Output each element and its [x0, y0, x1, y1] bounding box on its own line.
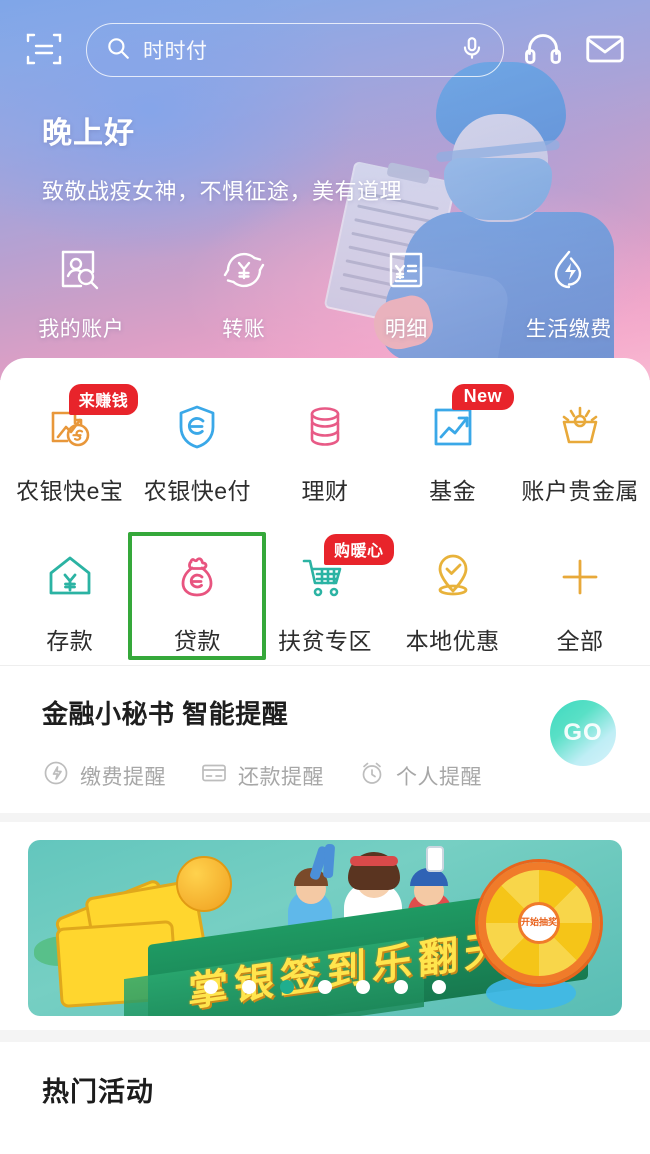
greeting-block: 晚上好 致敬战疫女神，不惧征途，美有道理 [42, 108, 402, 206]
envelope-icon[interactable] [584, 28, 628, 72]
carousel-dot-active[interactable] [280, 980, 294, 994]
search-query-text: 时时付 [143, 40, 208, 63]
transfer-yuan-icon [216, 242, 272, 303]
grid-item-deposit[interactable]: 存款 [6, 530, 134, 666]
grid-item-kuai-e-fu[interactable]: 农银快e付 [134, 380, 262, 516]
grid-item-fund[interactable]: New 基金 [389, 380, 517, 516]
quick-action-transfer[interactable]: 转账 [164, 242, 324, 343]
reminder-chip-personal[interactable]: 个人提醒 [358, 759, 482, 792]
grid-item-kuai-e-bao[interactable]: 来赚钱 农银快e宝 [6, 380, 139, 516]
assistant-title: 金融小秘书 智能提醒 [42, 699, 289, 729]
grid-item-all[interactable]: 全部 [516, 530, 644, 666]
search-input[interactable]: 时时付 [86, 23, 504, 77]
reminder-chip-label: 缴费提醒 [80, 765, 166, 789]
carousel-dots [28, 980, 622, 994]
hot-activities-section: 热门活动 [0, 1042, 650, 1154]
utility-payment-icon [541, 242, 597, 303]
grid-item-precious-metal[interactable]: 账户贵金属 [516, 380, 644, 516]
greeting-text: 晚上好 [42, 117, 135, 150]
grid-item-label: 贷款 [173, 628, 221, 654]
carousel-dot[interactable] [318, 980, 332, 994]
quick-actions-row: 我的账户 转账 明细 生活缴费 [0, 242, 650, 343]
grid-item-label: 农银快e付 [143, 478, 252, 504]
reminder-chip-payment[interactable]: 缴费提醒 [42, 759, 166, 792]
deposit-house-icon [39, 546, 101, 608]
prize-wheel-center-label: 开始抽奖 [518, 902, 560, 944]
badge-fund-new: New [451, 384, 515, 410]
grid-item-label: 扶贫专区 [277, 628, 372, 654]
quick-action-utility-payment[interactable]: 生活缴费 [489, 242, 649, 343]
reminder-chip-label: 个人提醒 [396, 765, 482, 789]
quick-action-my-account[interactable]: 我的账户 [1, 242, 161, 343]
reminder-chip-label: 还款提醒 [238, 765, 324, 789]
service-grid-row: 存款 贷款 购暖心 扶贫专区 本地优惠 全部 [6, 530, 644, 666]
precious-metal-icon [549, 396, 611, 458]
repayment-card-icon [200, 759, 228, 792]
grid-item-label: 基金 [429, 478, 477, 504]
quick-action-statement[interactable]: 明细 [326, 242, 486, 343]
statement-icon [378, 242, 434, 303]
grid-item-loan[interactable]: 贷款 [134, 530, 262, 666]
headset-icon[interactable] [522, 28, 566, 72]
quick-action-label: 我的账户 [38, 318, 125, 341]
grid-item-label: 全部 [556, 628, 604, 654]
greeting-subtitle: 致敬战疫女神，不惧征途，美有道理 [42, 179, 403, 204]
hot-activities-title: 热门活动 [42, 1077, 154, 1107]
grid-item-wealth[interactable]: 理财 [261, 380, 389, 516]
loan-money-bag-icon [166, 546, 228, 608]
search-icon [105, 35, 131, 66]
payment-reminder-icon [42, 759, 70, 792]
promo-banner-section: 掌银签到乐翻天 开始抽奖 [0, 822, 650, 1030]
grid-item-label: 存款 [46, 628, 94, 654]
reminder-chip-repayment[interactable]: 还款提醒 [200, 759, 324, 792]
carousel-dot[interactable] [242, 980, 256, 994]
app-screen: 时时付 晚上好 致敬战疫女神，不惧征途，美有道理 我的账户 转账 明细 生活缴费… [0, 0, 650, 1154]
carousel-dot[interactable] [432, 980, 446, 994]
reminder-chip-row: 缴费提醒 还款提醒 个人提醒 [42, 759, 610, 792]
fund-chart-icon: New [422, 384, 515, 458]
grid-item-label: 账户贵金属 [521, 478, 639, 504]
banner-coin-decoration [176, 856, 232, 912]
quick-action-label: 明细 [384, 318, 428, 341]
carousel-dot[interactable] [204, 980, 218, 994]
quick-action-label: 生活缴费 [525, 318, 612, 341]
poverty-relief-cart-icon: 购暖心 [294, 534, 394, 608]
banner-prize-wheel: 开始抽奖 [478, 862, 600, 984]
account-search-icon [53, 242, 109, 303]
carousel-dot[interactable] [356, 980, 370, 994]
assistant-go-button[interactable]: GO [550, 700, 616, 766]
quick-action-label: 转账 [222, 318, 266, 341]
alarm-clock-icon [358, 759, 386, 792]
top-bar: 时时付 [0, 0, 650, 100]
grid-item-label: 理财 [301, 478, 349, 504]
plus-all-icon [549, 546, 611, 608]
financial-assistant-section: 金融小秘书 智能提醒 缴费提醒 还款提醒 个人提醒 GO [0, 666, 650, 814]
carousel-dot[interactable] [394, 980, 408, 994]
microphone-icon[interactable] [459, 35, 485, 66]
kuai-e-fu-shield-icon [166, 396, 228, 458]
section-gap-bottom [0, 1030, 650, 1042]
kuai-e-bao-icon: 来赚钱 [39, 384, 139, 458]
wealth-coins-icon [294, 396, 356, 458]
grid-item-local-offer[interactable]: 本地优惠 [389, 530, 517, 666]
promo-banner[interactable]: 掌银签到乐翻天 开始抽奖 [28, 840, 622, 1016]
service-grid-row: 来赚钱 农银快e宝 农银快e付 理财 New 基金 账户贵金属 [6, 380, 644, 516]
badge-poverty-relief: 购暖心 [323, 534, 394, 565]
service-grid: 来赚钱 农银快e宝 农银快e付 理财 New 基金 账户贵金属 存款 贷款 购暖… [0, 358, 650, 666]
grid-item-label: 本地优惠 [405, 628, 500, 654]
badge-kuai-e-bao: 来赚钱 [68, 384, 139, 415]
scan-icon[interactable] [22, 27, 68, 73]
local-offer-pin-icon [422, 546, 484, 608]
grid-item-label: 农银快e宝 [16, 478, 124, 504]
grid-item-poverty-relief[interactable]: 购暖心 扶贫专区 [261, 530, 394, 666]
